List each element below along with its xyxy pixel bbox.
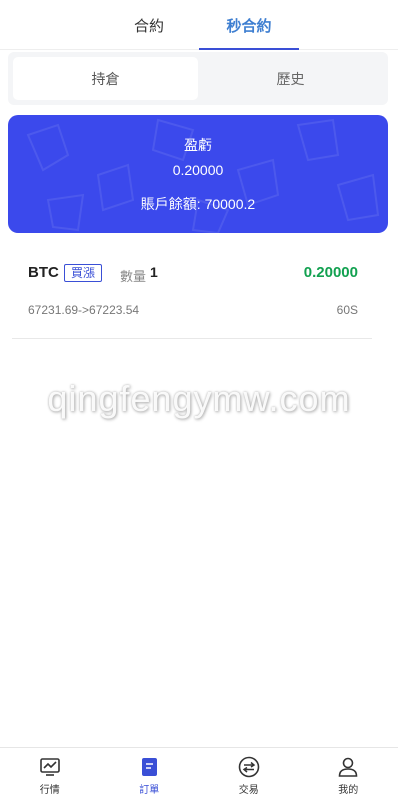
order-price-change: 67231.69->67223.54: [28, 303, 140, 317]
order-direction-badge: 買漲: [64, 264, 103, 282]
exchange-icon: [238, 756, 260, 778]
nav-market[interactable]: 行情: [0, 748, 100, 797]
nav-orders[interactable]: 訂單: [100, 748, 200, 797]
nav-label: 我的: [338, 785, 359, 796]
order-symbol: BTC: [28, 264, 59, 281]
nav-label: 交易: [238, 785, 259, 796]
balance-value: 70000.2: [204, 196, 256, 212]
nav-profile[interactable]: 我的: [299, 748, 398, 797]
nav-trade[interactable]: 交易: [199, 748, 299, 797]
top-tab-bar: 合約 秒合約: [0, 0, 398, 50]
position-history-switch: 持倉 歷史: [8, 52, 388, 105]
pnl-value: 0.20000: [172, 162, 224, 178]
chart-monitor-icon: [39, 758, 60, 776]
segment-positions[interactable]: 持倉: [13, 57, 198, 100]
pnl-title: 盈虧: [184, 137, 212, 153]
balance-label: 賬戶餘額:: [140, 196, 201, 212]
quantity-value: 1: [150, 264, 158, 280]
order-duration: 60S: [336, 303, 358, 317]
segment-history[interactable]: 歷史: [198, 57, 383, 100]
watermark: qingfengymw.com: [47, 378, 351, 419]
quantity-label: 數量: [120, 269, 147, 284]
tab-contract[interactable]: 合約: [99, 0, 199, 50]
nav-label: 行情: [39, 785, 60, 796]
tab-second-contract[interactable]: 秒合約: [199, 0, 299, 50]
user-icon: [338, 757, 358, 777]
nav-label: 訂單: [139, 785, 160, 796]
bottom-nav: 行情 訂單 交易 我的: [0, 747, 398, 797]
order-book-icon: [142, 758, 158, 776]
pnl-summary-card: 盈虧 0.20000 賬戶餘額: 70000.2: [8, 115, 388, 233]
balance-row: 賬戶餘額: 70000.2: [8, 194, 388, 214]
order-pnl: 0.20000: [303, 264, 358, 281]
order-list-item[interactable]: BTC 買漲 數量 1 0.20000 67231.69->67223.54 6…: [12, 250, 372, 339]
